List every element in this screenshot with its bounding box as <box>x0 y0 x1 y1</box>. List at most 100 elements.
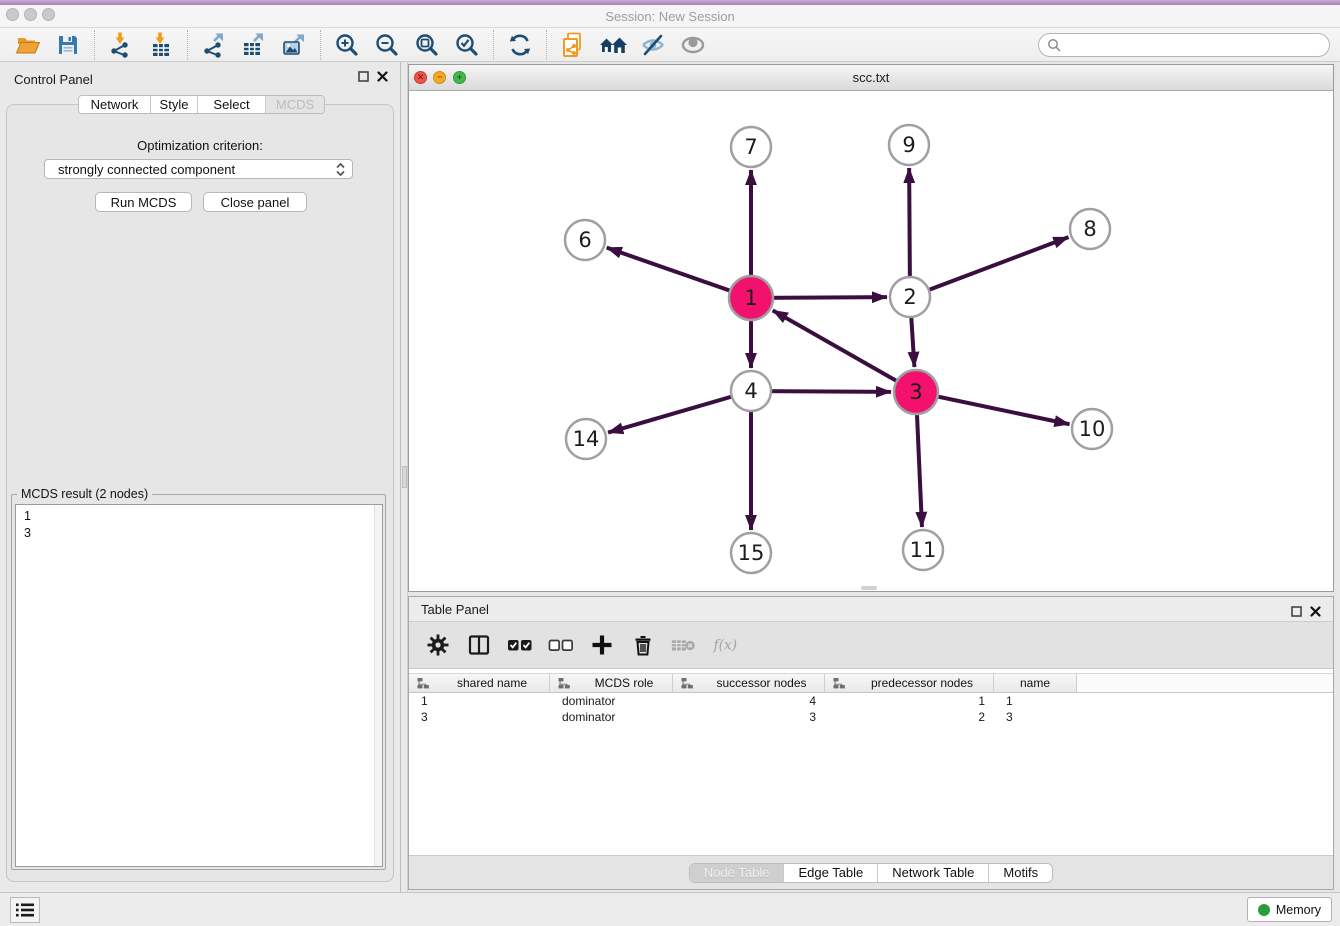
delete-table-icon <box>671 632 697 658</box>
close-panel-icon[interactable] <box>377 71 388 82</box>
graph-node-4[interactable]: 4 <box>731 371 771 411</box>
toolbar-separator <box>94 30 95 60</box>
network-window-titlebar[interactable]: ✕ − + scc.txt <box>409 65 1333 91</box>
svg-text:14: 14 <box>573 427 600 451</box>
graph-node-11[interactable]: 11 <box>903 530 943 570</box>
graph-node-14[interactable]: 14 <box>566 419 606 459</box>
result-scrollbar[interactable] <box>374 505 382 866</box>
import-network-icon[interactable] <box>106 30 136 60</box>
result-line: 1 <box>24 508 31 525</box>
columns-icon[interactable] <box>466 632 492 658</box>
hide-eye-icon[interactable] <box>638 30 668 60</box>
open-session-icon[interactable] <box>13 30 43 60</box>
graph-node-6[interactable]: 6 <box>565 220 605 260</box>
edge-4-14[interactable] <box>608 391 751 433</box>
zoom-fit-icon[interactable] <box>412 30 442 60</box>
run-mcds-button[interactable]: Run MCDS <box>95 192 192 212</box>
table-cell: 2 <box>825 709 994 725</box>
graph-node-1[interactable]: 1 <box>729 276 773 320</box>
toolbar-separator <box>320 30 321 60</box>
select-all-icon[interactable] <box>507 632 533 658</box>
memory-button[interactable]: Memory <box>1247 897 1332 922</box>
export-network-icon[interactable] <box>199 30 229 60</box>
edge-3-10[interactable] <box>916 392 1069 424</box>
graph-node-10[interactable]: 10 <box>1072 409 1112 449</box>
close-panel-button[interactable]: Close panel <box>203 192 307 212</box>
tab-network[interactable]: Network <box>79 96 151 113</box>
toolbar-separator <box>546 30 547 60</box>
import-table-icon[interactable] <box>146 30 176 60</box>
export-table-icon[interactable] <box>239 30 269 60</box>
svg-text:2: 2 <box>903 285 916 309</box>
table-panel-title: Table Panel <box>421 602 489 617</box>
add-icon[interactable] <box>589 632 615 658</box>
svg-text:f(x): f(x) <box>713 638 738 654</box>
deselect-all-icon[interactable] <box>548 632 574 658</box>
column-type-icon <box>681 678 693 689</box>
table-cell: 1 <box>994 693 1077 709</box>
export-image-icon[interactable] <box>279 30 309 60</box>
task-history-button[interactable] <box>10 897 40 923</box>
edge-2-8[interactable] <box>910 237 1068 297</box>
tab-select[interactable]: Select <box>198 96 266 113</box>
table-row[interactable]: 1dominator411 <box>409 693 1333 709</box>
memory-label: Memory <box>1276 903 1321 917</box>
graph-node-2[interactable]: 2 <box>890 277 930 317</box>
tab-edge-table[interactable]: Edge Table <box>784 864 878 882</box>
tab-node-table[interactable]: Node Table <box>690 864 785 882</box>
graph-node-7[interactable]: 7 <box>731 127 771 167</box>
svg-text:4: 4 <box>744 379 757 403</box>
svg-text:15: 15 <box>738 541 765 565</box>
splitter-handle[interactable] <box>402 466 407 488</box>
float-table-panel-icon[interactable] <box>1291 606 1302 617</box>
function-icon: f(x) <box>712 632 738 658</box>
edge-3-1[interactable] <box>773 310 916 392</box>
show-eye-icon[interactable] <box>678 30 708 60</box>
homes-icon[interactable] <box>598 30 628 60</box>
criterion-value: strongly connected component <box>58 162 235 177</box>
graph-node-15[interactable]: 15 <box>731 533 771 573</box>
column-header-successor-nodes[interactable]: successor nodes <box>673 673 825 693</box>
zoom-in-icon[interactable] <box>332 30 362 60</box>
tab-motifs[interactable]: Motifs <box>989 864 1052 882</box>
criterion-select[interactable]: strongly connected component <box>44 159 353 179</box>
network-view-window: ✕ − + scc.txt 7 9 6 8 1 2 4 3 14 10 15 11 <box>408 64 1334 592</box>
select-stepper-icon <box>335 162 346 177</box>
column-header-name[interactable]: name <box>994 673 1077 693</box>
tab-style[interactable]: Style <box>151 96 198 113</box>
optimization-criterion-label: Optimization criterion: <box>0 138 400 153</box>
search-box[interactable] <box>1038 33 1330 57</box>
delete-icon[interactable] <box>630 632 656 658</box>
network-resize-grip[interactable] <box>861 586 877 590</box>
tab-mcds[interactable]: MCDS <box>266 96 324 113</box>
float-panel-icon[interactable] <box>358 71 369 82</box>
gear-icon[interactable] <box>425 632 451 658</box>
save-session-icon[interactable] <box>53 30 83 60</box>
clone-network-icon[interactable] <box>558 30 588 60</box>
graph-node-8[interactable]: 8 <box>1070 209 1110 249</box>
close-table-panel-icon[interactable] <box>1310 606 1321 617</box>
svg-text:6: 6 <box>578 228 591 252</box>
svg-text:8: 8 <box>1083 217 1096 241</box>
table-row[interactable]: 3dominator323 <box>409 709 1333 725</box>
table-cell: 1 <box>825 693 994 709</box>
node-table: shared nameMCDS rolesuccessor nodesprede… <box>409 669 1333 855</box>
graph-node-9[interactable]: 9 <box>889 125 929 165</box>
column-header-MCDS-role[interactable]: MCDS role <box>550 673 673 693</box>
graph-node-3[interactable]: 3 <box>894 370 938 414</box>
toolbar-separator <box>187 30 188 60</box>
zoom-selected-icon[interactable] <box>452 30 482 60</box>
status-bar: Memory <box>0 892 1340 926</box>
tab-network-table[interactable]: Network Table <box>878 864 989 882</box>
vertical-splitter[interactable] <box>400 62 408 892</box>
refresh-layout-icon[interactable] <box>505 30 535 60</box>
control-panel-tabs: NetworkStyleSelectMCDS <box>78 95 325 114</box>
zoom-out-icon[interactable] <box>372 30 402 60</box>
mcds-result-textarea[interactable]: 13 <box>15 504 383 867</box>
table-cell: dominator <box>550 693 673 709</box>
column-header-shared-name[interactable]: shared name <box>409 673 550 693</box>
search-input[interactable] <box>1067 35 1329 55</box>
column-header-predecessor-nodes[interactable]: predecessor nodes <box>825 673 994 693</box>
toolbar-separator <box>493 30 494 60</box>
network-canvas[interactable]: 7 9 6 8 1 2 4 3 14 10 15 11 <box>409 91 1333 591</box>
